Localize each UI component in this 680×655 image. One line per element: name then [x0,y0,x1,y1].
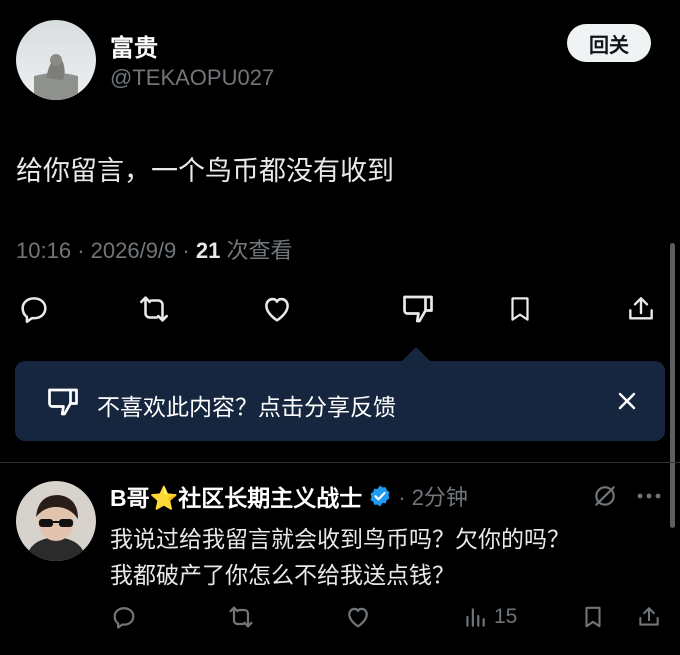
divider [0,462,680,463]
meta-separator: · [182,238,190,263]
views-button[interactable]: 15 [462,603,517,631]
post-text: 给你留言，一个鸟币都没有收到 [16,156,394,186]
like-icon[interactable] [343,603,373,631]
views-icon [462,603,488,631]
dislike-icon[interactable] [400,291,436,327]
bookmark-icon[interactable] [505,292,535,326]
scrollbar[interactable] [670,243,675,528]
repost-icon[interactable] [226,603,256,631]
author-avatar[interactable] [16,20,96,100]
views-label[interactable]: 次查看 [226,238,292,263]
post-meta: 10:16 · 2026/9/9 · 21 次查看 [16,233,292,265]
more-icon[interactable] [634,485,664,507]
bookmark-icon[interactable] [580,603,606,631]
reply-text-line-2: 我都破产了你怎么不给我送点钱？ [110,562,455,588]
post-date[interactable]: 2026/9/9 [91,238,177,263]
verified-icon [368,484,392,508]
reply-text-line-1: 我说过给我留言就会收到鸟币吗？欠你的吗？ [110,526,570,552]
author-name[interactable]: 富贵 [110,28,158,63]
share-icon[interactable] [636,603,662,631]
reply-time[interactable]: · 2分钟 [398,480,468,512]
feedback-pointer [402,347,430,361]
close-icon[interactable] [615,389,639,413]
reply-author-name[interactable]: B哥⭐社区长期主义战士 [110,479,362,513]
reply-author-avatar[interactable] [16,481,96,561]
reply-header: B哥⭐社区长期主义战士 · 2分钟 [110,479,630,513]
feedback-text[interactable]: 不喜欢此内容？点击分享反馈 [97,388,396,422]
reply-icon[interactable] [110,603,138,631]
repost-icon[interactable] [136,292,172,326]
like-icon[interactable] [259,292,295,326]
author-handle[interactable]: @TEKAOPU027 [110,65,274,91]
post-time[interactable]: 10:16 [16,238,71,263]
reply-views-count: 15 [494,605,518,628]
follow-back-button[interactable]: 回关 [567,24,651,62]
meta-separator: · [77,238,85,263]
share-icon[interactable] [625,292,657,326]
views-count[interactable]: 21 [196,238,220,263]
reply-icon[interactable] [17,292,51,326]
mute-icon[interactable] [592,483,618,509]
dislike-icon [45,384,81,420]
